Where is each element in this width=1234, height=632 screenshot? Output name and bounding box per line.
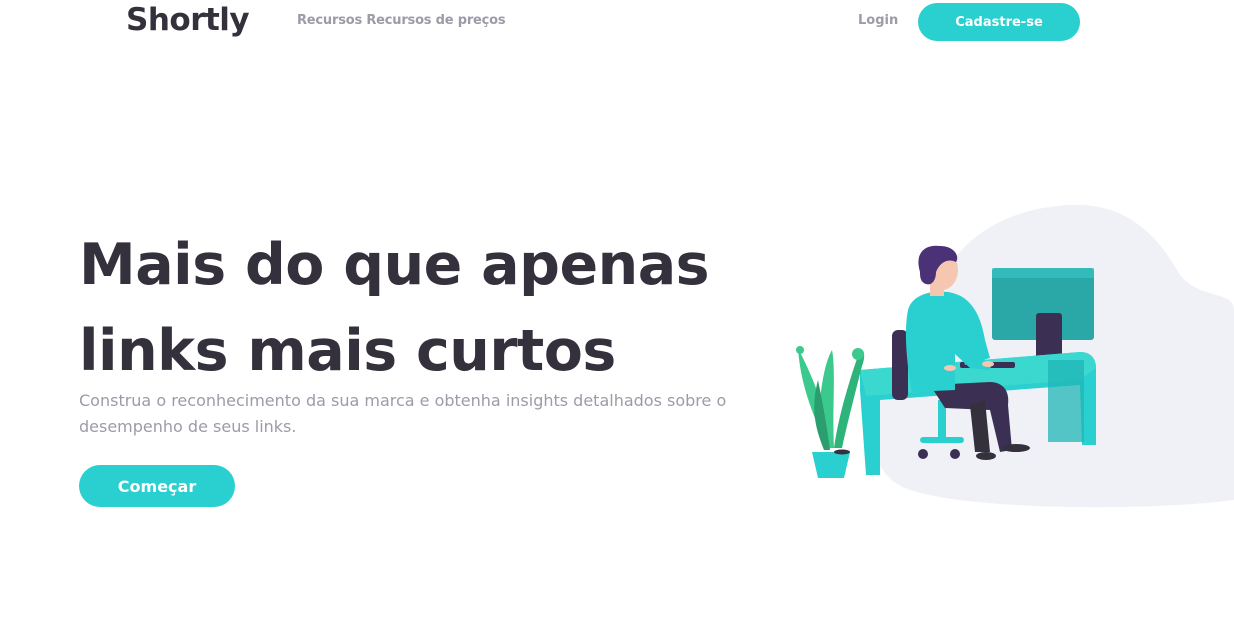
plant xyxy=(796,346,865,478)
person-working-illustration xyxy=(796,204,1234,508)
hero-title-line-1: Mais do que apenas xyxy=(79,232,710,298)
hero-title: Mais do que apenas links mais curtos xyxy=(79,222,739,394)
get-started-button[interactable]: Começar xyxy=(79,465,235,507)
signup-button[interactable]: Cadastre-se xyxy=(918,3,1080,41)
logo[interactable]: Shortly xyxy=(126,2,250,38)
landing-page: Shortly Recursos Recursos de preços Logi… xyxy=(0,0,1234,632)
hero-title-line-2: links mais curtos xyxy=(79,318,616,384)
nav-links[interactable]: Recursos Recursos de preços xyxy=(297,13,506,28)
hero-subtitle: Construa o reconhecimento da sua marca e… xyxy=(79,391,727,436)
login-link[interactable]: Login xyxy=(858,13,898,28)
